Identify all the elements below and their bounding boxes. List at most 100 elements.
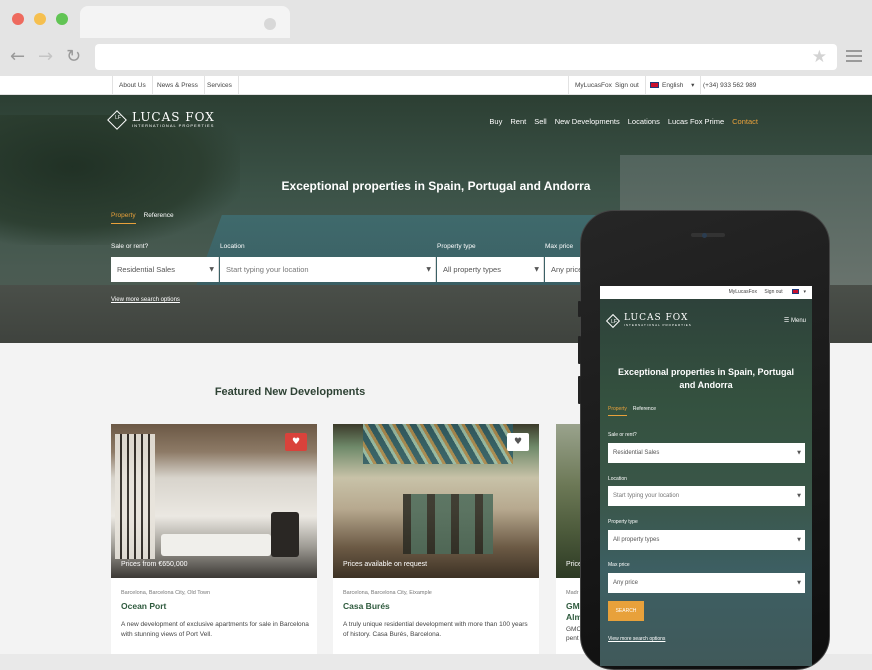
mobile-location-input[interactable]: Start typing your location ▼ [608, 486, 805, 506]
property-type-label: Property type [437, 243, 476, 250]
mobile-menu-button[interactable]: ☰ Menu [784, 317, 806, 324]
phone-number[interactable]: (+34) 933 562 989 [697, 76, 762, 95]
mobile-account-link[interactable]: MyLucasFox [729, 289, 757, 295]
main-nav: Buy Rent Sell New Developments Locations… [489, 117, 758, 126]
hamburger-menu-icon: ☰ [783, 318, 790, 324]
tab-reference[interactable]: Reference [144, 212, 174, 224]
mobile-sale-rent-label: Sale or rent? [608, 432, 637, 438]
location-placeholder: Start typing your location [226, 265, 309, 274]
logo-mark-icon [605, 313, 621, 328]
mobile-location-placeholder: Start typing your location [613, 493, 680, 499]
mobile-sign-out-link[interactable]: Sign out [764, 289, 782, 295]
mobile-menu-label: Menu [790, 318, 806, 324]
mobile-max-price-select[interactable]: Any price ▼ [608, 573, 805, 593]
headboard [271, 512, 299, 557]
chevron-down-icon: ▼ [797, 450, 801, 456]
heart-icon[interactable]: ♥ [285, 433, 307, 451]
phone-side-button [578, 336, 581, 364]
card-location: Barcelona, Barcelona City, Old Town [121, 590, 211, 596]
search-tabs: Property Reference [111, 212, 174, 224]
featured-title: Featured New Developments [214, 386, 366, 398]
property-type-select[interactable]: All property types ▼ [437, 257, 544, 282]
close-window-button[interactable] [12, 13, 24, 25]
nav-new-developments[interactable]: New Developments [555, 117, 620, 126]
mobile-logo[interactable]: LUCAS FOX INTERNATIONAL PROPERTIES [605, 313, 692, 328]
sign-out-link[interactable]: Sign out [609, 76, 646, 95]
nav-buy[interactable]: Buy [489, 117, 502, 126]
card-name[interactable]: Ocean Port [121, 601, 166, 611]
heart-icon[interactable]: ♥ [507, 433, 529, 451]
phone-camera [702, 233, 707, 238]
star-icon[interactable]: ★ [812, 47, 827, 67]
property-type-value: All property types [443, 265, 501, 274]
nav-sell[interactable]: Sell [534, 117, 547, 126]
about-us-link[interactable]: About Us [112, 76, 153, 95]
card-image-bedroom: Prices from €650,000 ♥ [111, 424, 317, 578]
development-card[interactable]: Prices available on request ♥ Barcelona,… [333, 424, 539, 654]
sale-rent-select[interactable]: Residential Sales ▼ [111, 257, 219, 282]
utility-bar: About Us News & Press Services MyLucasFo… [0, 76, 872, 95]
logo-tagline: INTERNATIONAL PROPERTIES [624, 323, 692, 327]
mobile-property-type-select[interactable]: All property types ▼ [608, 530, 805, 550]
logo[interactable]: LUCAS FOX INTERNATIONAL PROPERTIES [107, 109, 215, 130]
reload-icon[interactable]: ↻ [66, 48, 81, 66]
phone-speaker [691, 233, 725, 237]
chevron-down-icon: ▼ [797, 537, 801, 543]
chevron-down-icon: ▼ [534, 266, 539, 273]
phone-side-button [578, 376, 581, 404]
mobile-location-label: Location [608, 476, 627, 482]
phone-side-button [578, 301, 581, 317]
close-tab-icon[interactable] [264, 18, 276, 30]
chevron-down-icon: ▼ [209, 266, 214, 273]
chevron-down-icon: ▼ [797, 580, 801, 586]
maximize-window-button[interactable] [56, 13, 68, 25]
mobile-tab-property[interactable]: Property [608, 406, 627, 416]
browser-chrome: ← → ↻ ★ [0, 0, 872, 76]
hero-title: Exceptional properties in Spain, Portuga… [281, 179, 591, 193]
mobile-sale-rent-select[interactable]: Residential Sales ▼ [608, 443, 805, 463]
card-name[interactable]: Casa Burés [343, 601, 390, 611]
hamburger-menu-icon[interactable] [846, 50, 862, 65]
mobile-tab-reference[interactable]: Reference [633, 406, 656, 416]
mobile-phone-mockup: MyLucasFox Sign out ▾ LUCAS FOX INTERNAT… [578, 210, 830, 670]
forward-arrow-icon[interactable]: → [38, 48, 53, 66]
mobile-max-price-value: Any price [613, 580, 639, 586]
card-location: Barcelona, Barcelona City, Eixample [343, 590, 432, 596]
chevron-down-icon: ▼ [426, 266, 431, 273]
mobile-hero-title: Exceptional properties in Spain, Portuga… [617, 367, 795, 391]
nav-lucas-fox-prime[interactable]: Lucas Fox Prime [668, 117, 724, 126]
chevron-down-icon: ▾ [691, 82, 695, 89]
card-location: Madr [566, 590, 579, 596]
max-price-label: Max price [545, 243, 574, 250]
mobile-property-type-label: Property type [608, 519, 638, 525]
window-panel [115, 434, 155, 559]
sale-rent-label: Sale or rent? [111, 243, 149, 250]
mobile-screen: MyLucasFox Sign out ▾ LUCAS FOX INTERNAT… [600, 286, 812, 666]
nav-contact[interactable]: Contact [732, 117, 758, 126]
location-label: Location [220, 243, 245, 250]
tab-property[interactable]: Property [111, 212, 136, 224]
services-link[interactable]: Services [201, 76, 239, 95]
mobile-property-type-value: All property types [613, 537, 660, 543]
logo-tagline: INTERNATIONAL PROPERTIES [132, 123, 215, 128]
minimize-window-button[interactable] [34, 13, 46, 25]
mobile-search-button[interactable]: SEARCH [608, 601, 644, 621]
location-input[interactable]: Start typing your location ▼ [220, 257, 436, 282]
more-search-options-link[interactable]: View more search options [111, 297, 180, 303]
nav-locations[interactable]: Locations [628, 117, 660, 126]
chevron-down-icon: ▼ [797, 493, 801, 499]
logo-name: LUCAS FOX [132, 110, 215, 124]
address-bar[interactable]: ★ [95, 44, 837, 70]
nav-rent[interactable]: Rent [510, 117, 526, 126]
news-press-link[interactable]: News & Press [151, 76, 205, 95]
back-arrow-icon[interactable]: ← [10, 48, 25, 66]
uk-flag-icon[interactable] [792, 289, 800, 294]
mobile-more-search-options-link[interactable]: View more search options [608, 636, 665, 642]
development-card[interactable]: Prices from €650,000 ♥ Barcelona, Barcel… [111, 424, 317, 654]
browser-window: ← → ↻ ★ About Us News & Press Services M… [0, 0, 872, 670]
language-label: English [662, 82, 684, 89]
mobile-search-tabs: Property Reference [608, 406, 656, 416]
browser-tab[interactable] [80, 6, 290, 38]
language-selector[interactable]: English ▾ [644, 76, 702, 95]
logo-mark-icon [107, 109, 127, 130]
